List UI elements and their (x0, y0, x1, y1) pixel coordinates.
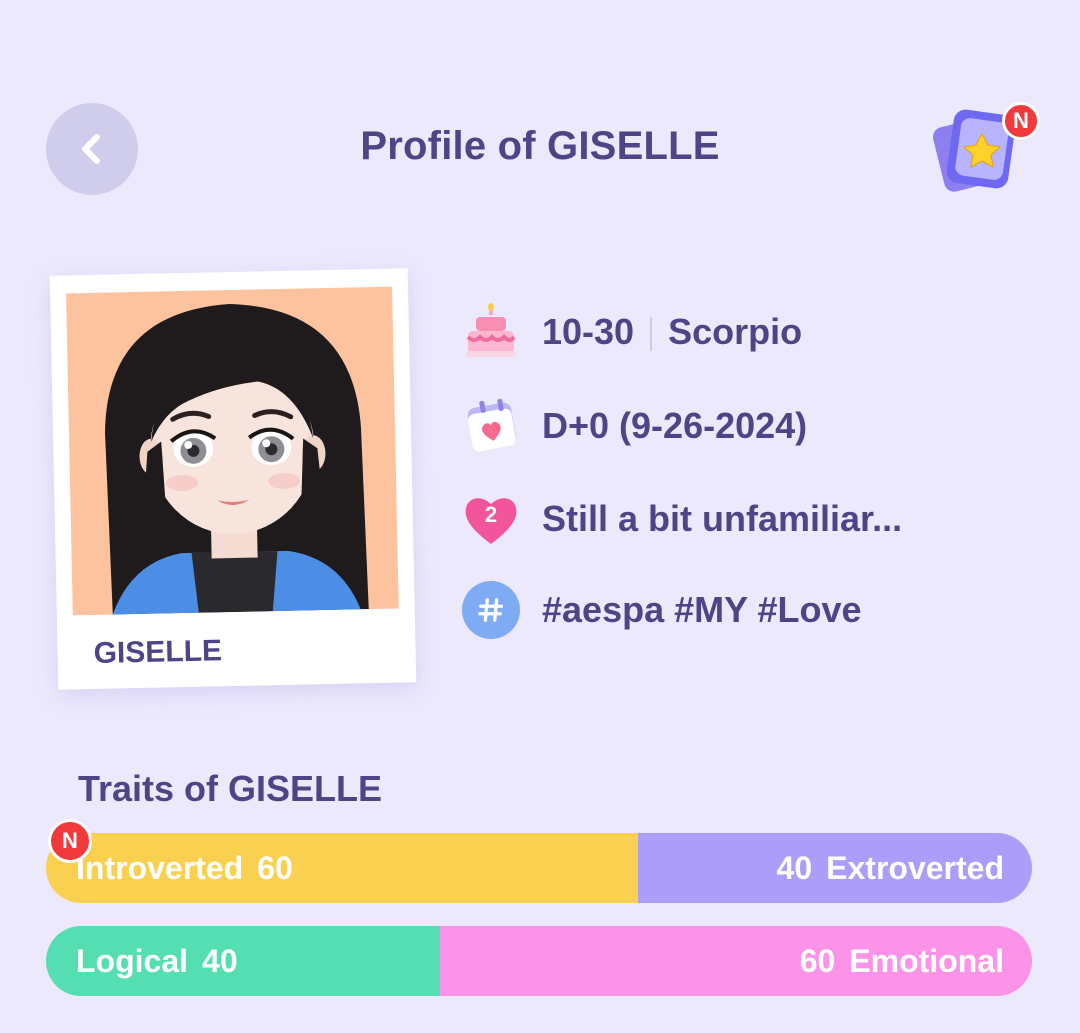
introvert-extrovert-bar: Introverted 60 40 Extroverted (46, 833, 1032, 903)
extroverted-value: 40 (776, 849, 813, 886)
birthday-cake-icon (466, 303, 516, 357)
relationship-level: 2 (484, 502, 498, 527)
tags-text: #aespa #MY #Love (542, 589, 862, 630)
relationship-row: 2 Still a bit unfamiliar... (462, 489, 902, 549)
introverted-segment: Introverted 60 (46, 833, 638, 903)
traits-title: Traits of GISELLE (78, 768, 383, 809)
dday-text: D+0 (9-26-2024) (542, 405, 808, 446)
introverted-label: Introverted (76, 849, 244, 886)
introverted-value: 60 (257, 849, 293, 886)
profile-screen: Profile of GISELLE N GISELLE 10-30 Scorp… (0, 0, 1080, 1033)
logical-segment: Logical 40 (46, 926, 441, 996)
logical-value: 40 (202, 942, 238, 979)
star-cards-button[interactable]: N (930, 100, 1040, 200)
emotional-label: Emotional (849, 942, 1004, 979)
extroverted-segment: 40 Extroverted (637, 833, 1032, 903)
calendar-heart-icon (467, 398, 517, 452)
profile-photo-card: GISELLE (49, 268, 417, 690)
birthday-row: 10-30 Scorpio (462, 302, 802, 362)
birthday-text: 10-30 (542, 311, 635, 352)
extroverted-label: Extroverted (826, 849, 1004, 886)
zodiac-text: Scorpio (668, 311, 803, 352)
page-title: Profile of GISELLE (360, 124, 720, 168)
tags-row: #aespa #MY #Love (462, 580, 862, 640)
relationship-text: Still a bit unfamiliar... (542, 498, 903, 539)
heart-icon: 2 (462, 490, 520, 548)
logical-emotional-bar: Logical 40 60 Emotional (46, 926, 1032, 996)
avatar-image (66, 286, 399, 616)
traits-new-badge: N (48, 819, 92, 863)
dday-row: D+0 (9-26-2024) (462, 396, 807, 456)
new-badge: N (1002, 102, 1040, 140)
hashtag-icon (462, 581, 520, 639)
emotional-value: 60 (799, 942, 836, 979)
divider (650, 317, 653, 352)
profile-name: GISELLE (93, 634, 223, 670)
logical-label: Logical (76, 942, 189, 979)
emotional-segment: 60 Emotional (440, 926, 1032, 996)
